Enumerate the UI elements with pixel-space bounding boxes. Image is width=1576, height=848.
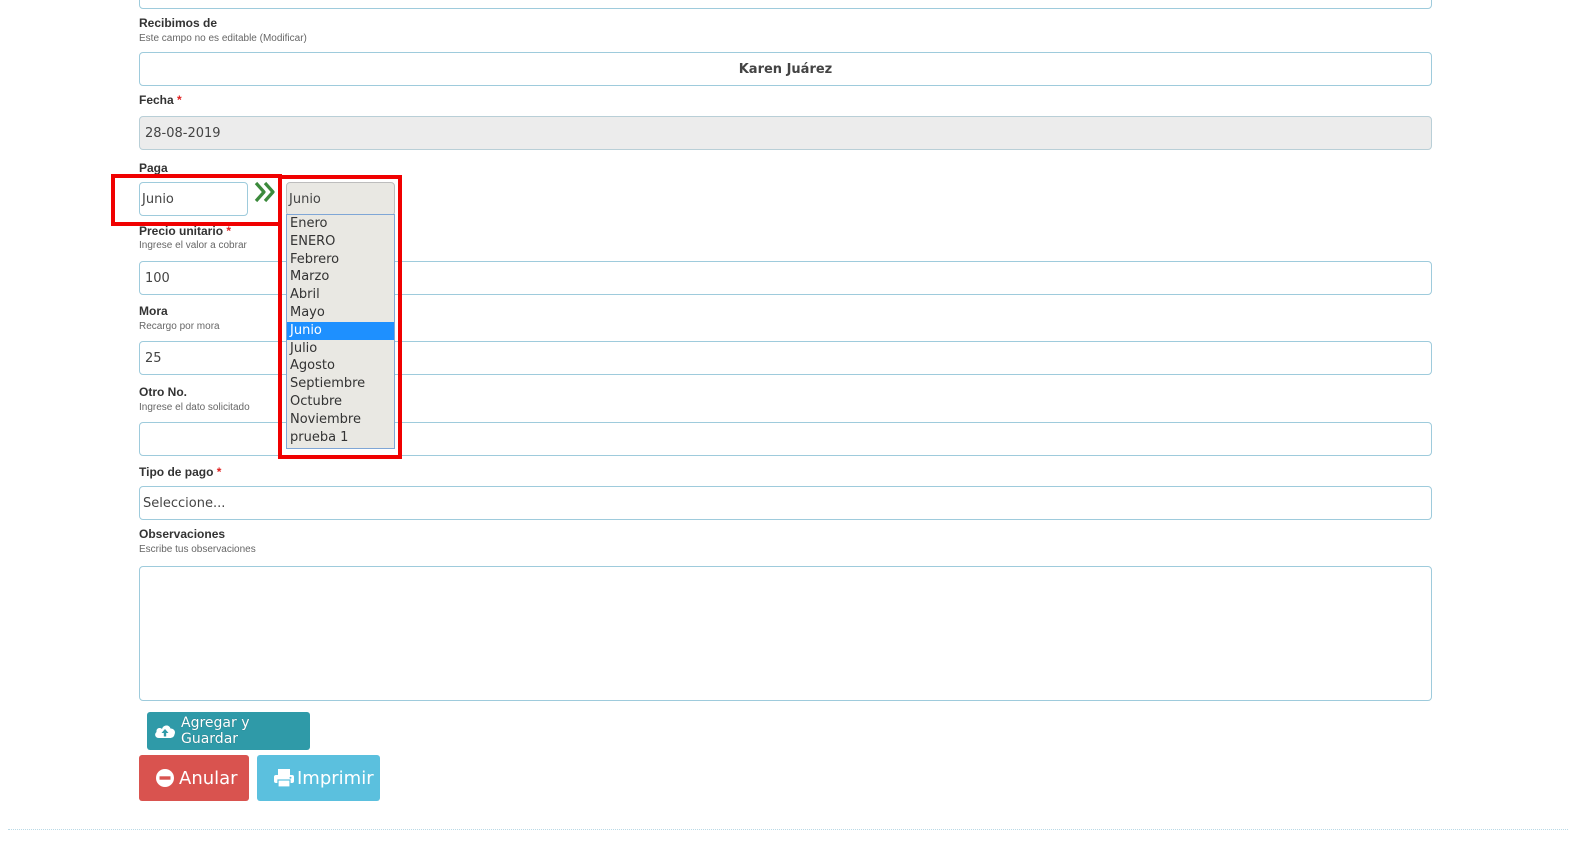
otro-hint: Ingrese el dato solicitado	[139, 402, 250, 413]
recibimos-label: Recibimos de	[139, 16, 218, 30]
option-junio[interactable]: Junio	[287, 321, 394, 340]
paga-select[interactable]: Junio	[286, 182, 395, 216]
paga-label: Paga	[139, 161, 168, 175]
footer-divider	[8, 829, 1568, 830]
recibimos-hint: Este campo no es editable (Modificar)	[139, 33, 307, 44]
required-marker: *	[216, 465, 222, 479]
precio-label: Precio unitario *	[139, 224, 232, 238]
paga-input-value: Junio	[142, 191, 174, 207]
option-marzo[interactable]: Marzo	[287, 268, 394, 286]
required-marker: *	[226, 224, 232, 238]
recibimos-value: Karen Juárez	[738, 61, 833, 77]
paga-input[interactable]: Junio	[139, 182, 248, 216]
imprimir-label: Imprimir	[297, 767, 374, 789]
observaciones-hint: Escribe tus observaciones	[139, 544, 256, 555]
observaciones-textarea[interactable]	[139, 566, 1432, 701]
otro-label: Otro No.	[139, 385, 187, 399]
fecha-field[interactable]: 28-08-2019	[139, 116, 1432, 150]
option-noviembre[interactable]: Noviembre	[287, 411, 394, 429]
agregar-guardar-button[interactable]: Agregar y Guardar	[147, 712, 310, 750]
fecha-value: 28-08-2019	[145, 125, 221, 141]
paga-options-list[interactable]: Enero ENERO Febrero Marzo Abril Mayo Jun…	[286, 214, 395, 449]
option-agosto[interactable]: Agosto	[287, 357, 394, 375]
tipo-pago-value: Seleccione...	[143, 495, 226, 511]
tipo-pago-label: Tipo de pago *	[139, 465, 222, 479]
option-febrero[interactable]: Febrero	[287, 251, 394, 269]
option-enero[interactable]: Enero	[287, 215, 394, 233]
fecha-label: Fecha *	[139, 93, 182, 107]
precio-hint: Ingrese el valor a cobrar	[139, 240, 247, 251]
minus-circle-icon	[155, 768, 175, 788]
anular-button[interactable]: Anular	[139, 755, 249, 801]
precio-value: 100	[145, 270, 170, 286]
mora-value: 25	[145, 350, 162, 366]
option-enero-upper[interactable]: ENERO	[287, 233, 394, 251]
imprimir-button[interactable]: Imprimir	[257, 755, 380, 801]
option-mayo[interactable]: Mayo	[287, 304, 394, 322]
recibimos-field: Karen Juárez	[139, 52, 1432, 86]
required-marker: *	[177, 93, 182, 107]
option-abril[interactable]: Abril	[287, 286, 394, 304]
mora-hint: Recargo por mora	[139, 321, 220, 332]
top-partial-field[interactable]	[139, 0, 1432, 9]
option-julio[interactable]: Julio	[287, 340, 394, 358]
observaciones-label: Observaciones	[139, 527, 226, 541]
tipo-pago-select[interactable]: Seleccione...	[139, 486, 1432, 520]
agregar-guardar-label: Agregar y Guardar	[181, 715, 250, 747]
paga-select-value: Junio	[289, 191, 321, 207]
option-prueba-1[interactable]: prueba 1	[287, 429, 394, 447]
cloud-upload-icon	[153, 722, 177, 740]
option-octubre[interactable]: Octubre	[287, 393, 394, 411]
anular-label: Anular	[179, 767, 238, 789]
mora-label: Mora	[139, 304, 168, 318]
print-icon	[273, 768, 295, 788]
option-septiembre[interactable]: Septiembre	[287, 375, 394, 393]
double-chevron-right-icon[interactable]	[254, 181, 278, 203]
